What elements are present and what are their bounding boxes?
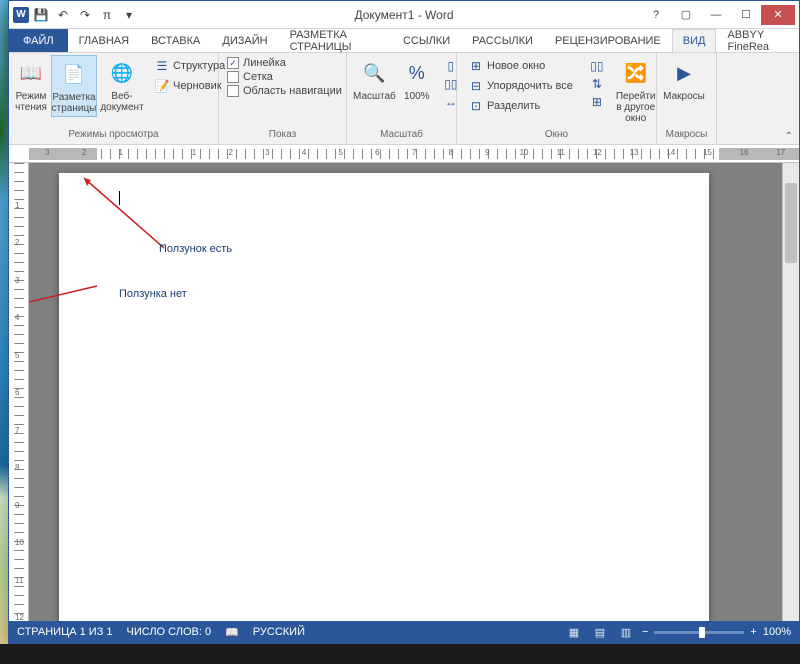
- side-by-side-button[interactable]: ▯▯: [586, 57, 608, 75]
- document-area: 12345678910111213 Ползунок есть Ползунка…: [9, 163, 799, 621]
- outline-icon: ☰: [154, 58, 170, 74]
- word-window: W 💾 ↶ ↷ π ▾ Документ1 - Word ? ▢ — ☐ ✕ Ф…: [8, 0, 800, 644]
- minimize-button[interactable]: —: [701, 5, 731, 25]
- taskbar[interactable]: [0, 644, 800, 664]
- draft-icon: 📝: [154, 78, 170, 94]
- switch-window-icon: 🔀: [620, 57, 652, 89]
- nav-pane-checkbox[interactable]: Область навигации: [227, 85, 342, 97]
- text-cursor: [119, 191, 120, 205]
- ruler-checkbox[interactable]: ✓Линейка: [227, 57, 342, 69]
- web-layout-button[interactable]: 🌐 Веб-документ: [99, 55, 145, 115]
- draft-button[interactable]: 📝Черновик: [151, 77, 228, 95]
- split-button[interactable]: ⊡Разделить: [465, 97, 576, 115]
- zoom-100-button[interactable]: % 100%: [400, 55, 434, 104]
- zoom-in-button[interactable]: +: [750, 626, 756, 638]
- pi-icon[interactable]: π: [97, 5, 117, 25]
- tab-layout[interactable]: РАЗМЕТКА СТРАНИЦЫ: [279, 29, 392, 52]
- word-app-icon[interactable]: W: [13, 7, 29, 23]
- scrollbar-thumb[interactable]: [785, 183, 797, 263]
- status-language[interactable]: РУССКИЙ: [253, 626, 305, 638]
- reset-icon: ⊞: [589, 94, 605, 110]
- print-layout-button[interactable]: 📄 Разметка страницы: [51, 55, 97, 117]
- macros-button[interactable]: ▶ Макросы: [661, 55, 707, 104]
- new-window-icon: ⊞: [468, 58, 484, 74]
- vertical-scrollbar[interactable]: [782, 163, 799, 621]
- checkbox-checked-icon: ✓: [227, 57, 239, 69]
- group-label-window: Окно: [461, 128, 652, 144]
- outline-button[interactable]: ☰Структура: [151, 57, 228, 75]
- maximize-button[interactable]: ☐: [731, 5, 761, 25]
- document-page[interactable]: Ползунок есть Ползунка нет: [59, 173, 709, 621]
- statusbar: СТРАНИЦА 1 ИЗ 1 ЧИСЛО СЛОВ: 0 📖 РУССКИЙ …: [9, 621, 799, 643]
- zoom-level[interactable]: 100%: [763, 626, 791, 638]
- ribbon: 📖 Режим чтения 📄 Разметка страницы 🌐 Веб…: [9, 53, 799, 145]
- macros-icon: ▶: [668, 57, 700, 89]
- percent-icon: %: [401, 57, 433, 89]
- qat-dropdown-icon[interactable]: ▾: [119, 5, 139, 25]
- web-view-icon[interactable]: ▥: [616, 624, 636, 640]
- help-button[interactable]: ?: [641, 5, 671, 25]
- split-icon: ⊡: [468, 98, 484, 114]
- status-words[interactable]: ЧИСЛО СЛОВ: 0: [127, 626, 212, 638]
- tab-file[interactable]: ФАЙЛ: [9, 29, 68, 52]
- redo-icon[interactable]: ↷: [75, 5, 95, 25]
- new-window-button[interactable]: ⊞Новое окно: [465, 57, 576, 75]
- arrow-annotation-2: [29, 278, 107, 328]
- web-layout-icon: 🌐: [106, 57, 138, 89]
- group-label-show: Показ: [223, 128, 342, 144]
- zoom-icon: 🔍: [358, 57, 390, 89]
- group-label-zoom: Масштаб: [351, 128, 452, 144]
- tab-abbyy[interactable]: ABBYY FineRea: [716, 29, 799, 52]
- group-label-macros: Макросы: [661, 128, 712, 144]
- print-view-icon[interactable]: ▤: [590, 624, 610, 640]
- zoom-button[interactable]: 🔍 Масштаб: [351, 55, 398, 104]
- checkbox-icon: [227, 85, 239, 97]
- read-view-icon[interactable]: ▦: [564, 624, 584, 640]
- reset-pos-button[interactable]: ⊞: [586, 93, 608, 111]
- tab-review[interactable]: РЕЦЕНЗИРОВАНИЕ: [544, 29, 672, 52]
- status-proofing-icon[interactable]: 📖: [225, 626, 239, 639]
- tab-home[interactable]: ГЛАВНАЯ: [68, 29, 140, 52]
- read-mode-button[interactable]: 📖 Режим чтения: [13, 55, 49, 115]
- tab-insert[interactable]: ВСТАВКА: [140, 29, 211, 52]
- sync-icon: ⇅: [589, 76, 605, 92]
- zoom-out-button[interactable]: −: [642, 626, 648, 638]
- status-page[interactable]: СТРАНИЦА 1 ИЗ 1: [17, 626, 113, 638]
- collapse-ribbon-icon[interactable]: ⌃: [785, 131, 793, 142]
- annotation-no-slider: Ползунка нет: [119, 288, 187, 300]
- arrange-all-button[interactable]: ⊟Упорядочить все: [465, 77, 576, 95]
- save-icon[interactable]: 💾: [31, 5, 51, 25]
- tab-design[interactable]: ДИЗАЙН: [211, 29, 278, 52]
- checkbox-icon: [227, 71, 239, 83]
- side-icon: ▯▯: [589, 58, 605, 74]
- vertical-ruler[interactable]: 12345678910111213: [9, 163, 29, 621]
- page-scroll-area[interactable]: Ползунок есть Ползунка нет: [29, 163, 799, 621]
- tab-references[interactable]: ССЫЛКИ: [392, 29, 461, 52]
- arrange-icon: ⊟: [468, 78, 484, 94]
- undo-icon[interactable]: ↶: [53, 5, 73, 25]
- group-label-views: Режимы просмотра: [13, 128, 214, 144]
- tab-mailings[interactable]: РАССЫЛКИ: [461, 29, 544, 52]
- switch-window-button[interactable]: 🔀 Перейти в другое окно: [614, 55, 658, 126]
- window-title: Документ1 - Word: [354, 8, 453, 22]
- ribbon-tabs: ФАЙЛ ГЛАВНАЯ ВСТАВКА ДИЗАЙН РАЗМЕТКА СТР…: [9, 29, 799, 53]
- annotation-has-slider: Ползунок есть: [159, 243, 232, 255]
- horizontal-ruler[interactable]: 3211234567891011121314151617: [9, 145, 799, 163]
- titlebar: W 💾 ↶ ↷ π ▾ Документ1 - Word ? ▢ — ☐ ✕: [9, 1, 799, 29]
- close-button[interactable]: ✕: [761, 5, 795, 25]
- read-mode-icon: 📖: [15, 57, 47, 89]
- ribbon-display-button[interactable]: ▢: [671, 5, 701, 25]
- zoom-slider[interactable]: [654, 631, 744, 634]
- sync-scroll-button[interactable]: ⇅: [586, 75, 608, 93]
- tab-view[interactable]: ВИД: [672, 29, 717, 52]
- print-layout-icon: 📄: [58, 58, 90, 90]
- gridlines-checkbox[interactable]: Сетка: [227, 71, 342, 83]
